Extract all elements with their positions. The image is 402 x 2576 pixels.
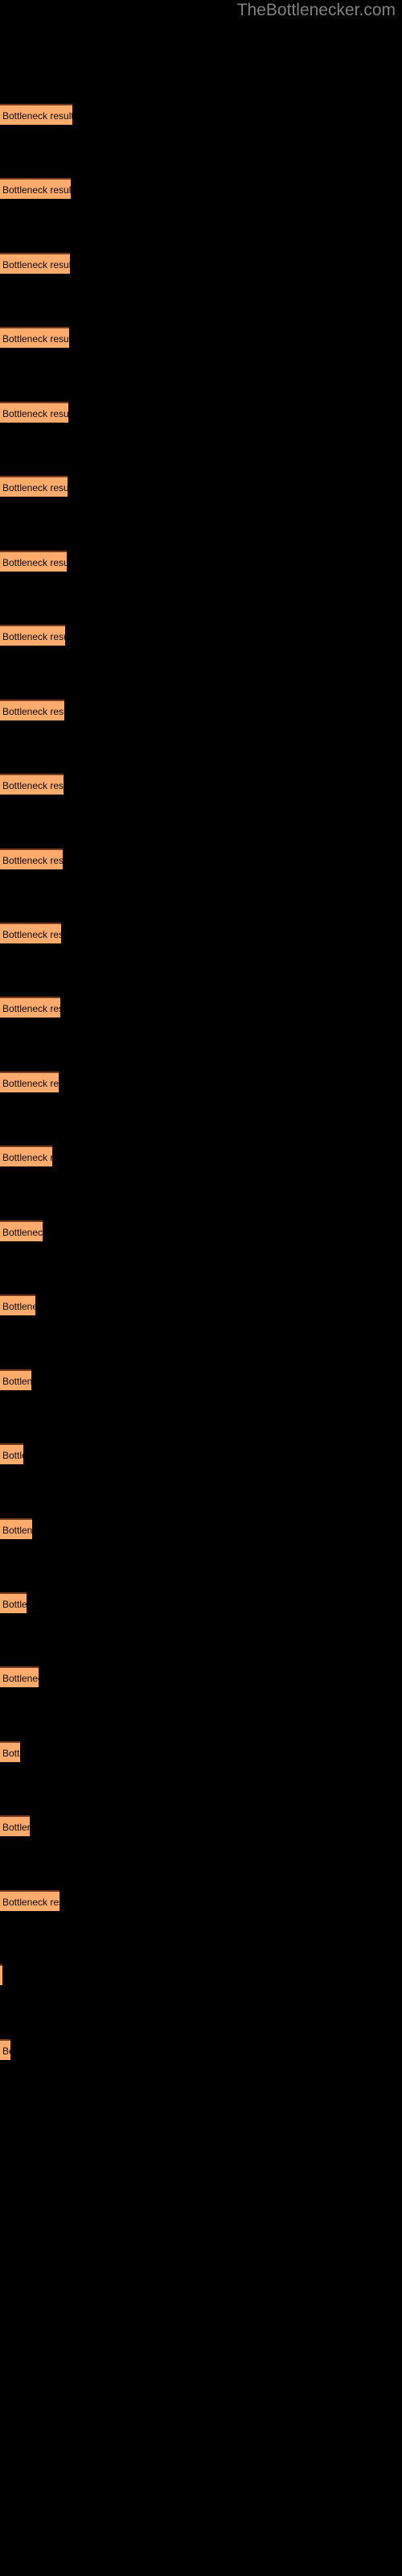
bottleneck-result-bar[interactable]: Bottleneck result [0,923,61,943]
bar-label: Bottleneck result [2,1003,60,1014]
bottleneck-result-bar[interactable]: Bottleneck result [0,2039,10,2060]
bar-label: Bottleneck result [2,2046,10,2057]
bar-label: Bottleneck result [2,1673,39,1684]
bar-label: Bottleneck result [2,1227,43,1238]
bottleneck-result-bar[interactable]: Bottleneck result [0,327,69,348]
bar-label: Bottleneck result [2,259,70,270]
bar-label: Bottleneck result [2,1525,32,1536]
bottleneck-result-bar[interactable]: Bottleneck result [0,1146,52,1166]
bar-label: Bottleneck result [2,1748,20,1759]
bar-label: Bottleneck result [2,706,64,717]
bottleneck-result-bar[interactable]: Bottleneck result [0,848,63,869]
bottleneck-result-bar[interactable]: Bottleneck result [0,178,71,199]
bar-label: Bottleneck result [2,1822,30,1833]
bottleneck-result-bar[interactable]: Bottleneck result [0,1071,59,1092]
bottleneck-result-bar[interactable]: Bottleneck result [0,1815,30,1836]
bar-label: Bottleneck result [2,184,71,196]
bar-label: Bottleneck result [2,557,67,568]
bar-label: Bottleneck result [2,1376,31,1387]
bottleneck-result-bar[interactable]: Bottleneck result [0,1294,35,1315]
bar-label: Bottleneck result [2,408,68,419]
bottleneck-result-bar[interactable]: Bottleneck result [0,1443,23,1464]
bar-label: Bottleneck result [2,1301,35,1312]
bottleneck-result-bar[interactable]: Bottleneck result [0,1220,43,1241]
bottleneck-chart-page: TheBottlenecker.com Bottleneck result Bot… [0,0,402,2576]
bottleneck-result-bar[interactable]: Bottleneck result [0,774,64,795]
bar-label: Bottleneck result [2,1897,59,1908]
bottleneck-result-bar[interactable]: Bottleneck result [0,1741,20,1762]
bar-label: Bottleneck result [2,333,69,345]
bottleneck-result-bar[interactable]: Bottleneck result [0,104,72,125]
bottleneck-result-bar[interactable]: Bottleneck result [0,1666,39,1687]
bar-label: Bottleneck result [2,110,72,122]
bottleneck-result-bar[interactable]: Bottleneck result [0,997,60,1018]
bottleneck-result-bar[interactable]: Bottleneck result [0,476,68,497]
bottleneck-result-bar[interactable]: Bottleneck result [0,1890,59,1911]
bar-label: Bottleneck result [2,1599,27,1610]
bar-label: Bottleneck result [2,1078,59,1089]
bar-label: Bottleneck result [2,929,61,940]
bar-label: Bottleneck result [2,1152,52,1163]
bottleneck-result-bar[interactable]: Bottleneck result [0,402,68,423]
bar-label: Bottleneck result [2,855,63,866]
bar-label: Bottleneck result [2,780,64,791]
bar-label: Bottleneck result [2,631,65,642]
bottleneck-result-bar[interactable]: Bottleneck result [0,1518,32,1539]
bottleneck-result-bar[interactable]: Bottleneck result [0,1964,2,1985]
bottleneck-result-bar[interactable]: Bottleneck result [0,700,64,720]
bar-label: Bottleneck result [2,482,68,493]
bottleneck-result-bar[interactable]: Bottleneck result [0,1369,31,1390]
bottleneck-result-bar[interactable]: Bottleneck result [0,253,70,274]
bar-chart: Bottleneck result Bottleneck result Bottle… [0,0,402,2576]
bar-label: Bottleneck result [2,1450,23,1461]
bottleneck-result-bar[interactable]: Bottleneck result [0,1592,27,1613]
bottleneck-result-bar[interactable]: Bottleneck result [0,625,65,646]
bottleneck-result-bar[interactable]: Bottleneck result [0,551,67,572]
